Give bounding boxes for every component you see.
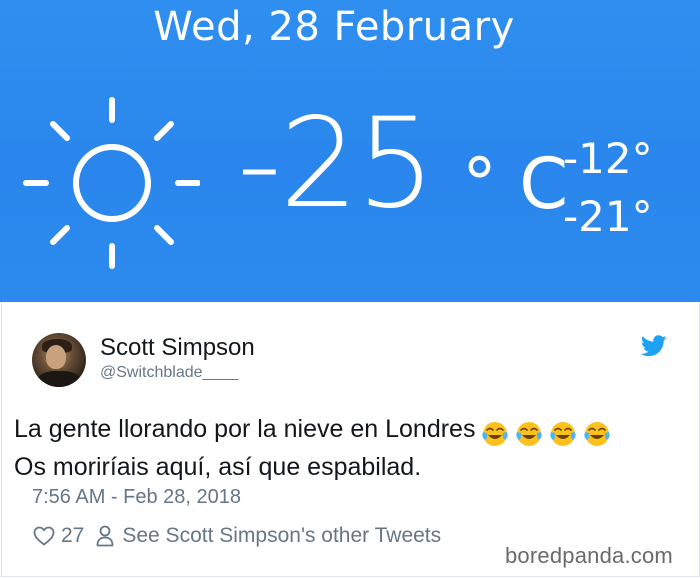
current-temperature: -25 bbox=[237, 92, 436, 236]
tweet-text: La gente llorando por la nieve en Londre… bbox=[14, 412, 694, 484]
emoji-row bbox=[481, 416, 617, 450]
other-tweets-link[interactable]: See Scott Simpson's other Tweets bbox=[122, 524, 441, 548]
twitter-bird-icon[interactable] bbox=[641, 335, 667, 357]
author-name[interactable]: Scott Simpson bbox=[100, 334, 255, 362]
page: Wed, 28 February -25 ° C -12° -21° Scott… bbox=[0, 0, 700, 578]
like-count[interactable]: 27 bbox=[61, 524, 84, 548]
temperature-low: -21° bbox=[563, 192, 653, 241]
tears-of-joy-emoji-icon bbox=[584, 422, 611, 447]
tweet-text-line-1-content: La gente llorando por la nieve en Londre… bbox=[14, 415, 476, 443]
temperature-high: -12° bbox=[563, 134, 653, 183]
tweet-text-line-2: Os moriríais aquí, así que espabilad. bbox=[14, 453, 422, 481]
avatar[interactable] bbox=[32, 333, 86, 387]
tears-of-joy-emoji-icon bbox=[550, 422, 577, 447]
watermark: boredpanda.com bbox=[505, 543, 673, 568]
weather-date: Wed, 28 February bbox=[153, 4, 515, 50]
person-icon bbox=[96, 525, 114, 547]
tweet-timestamp[interactable]: 7:56 AM - Feb 28, 2018 bbox=[32, 486, 241, 509]
tweet-text-line-1: La gente llorando por la nieve en Londre… bbox=[14, 412, 694, 450]
tears-of-joy-emoji-icon bbox=[516, 422, 543, 447]
tears-of-joy-emoji-icon bbox=[482, 422, 509, 447]
sun-icon bbox=[23, 97, 200, 269]
heart-icon[interactable] bbox=[33, 526, 55, 546]
weather-panel: Wed, 28 February -25 ° C -12° -21° bbox=[0, 0, 700, 302]
author-handle[interactable]: @Switchblade____ bbox=[100, 364, 238, 382]
temperature-unit: ° C bbox=[462, 143, 569, 225]
tweet-actions: 27 See Scott Simpson's other Tweets bbox=[33, 522, 441, 550]
